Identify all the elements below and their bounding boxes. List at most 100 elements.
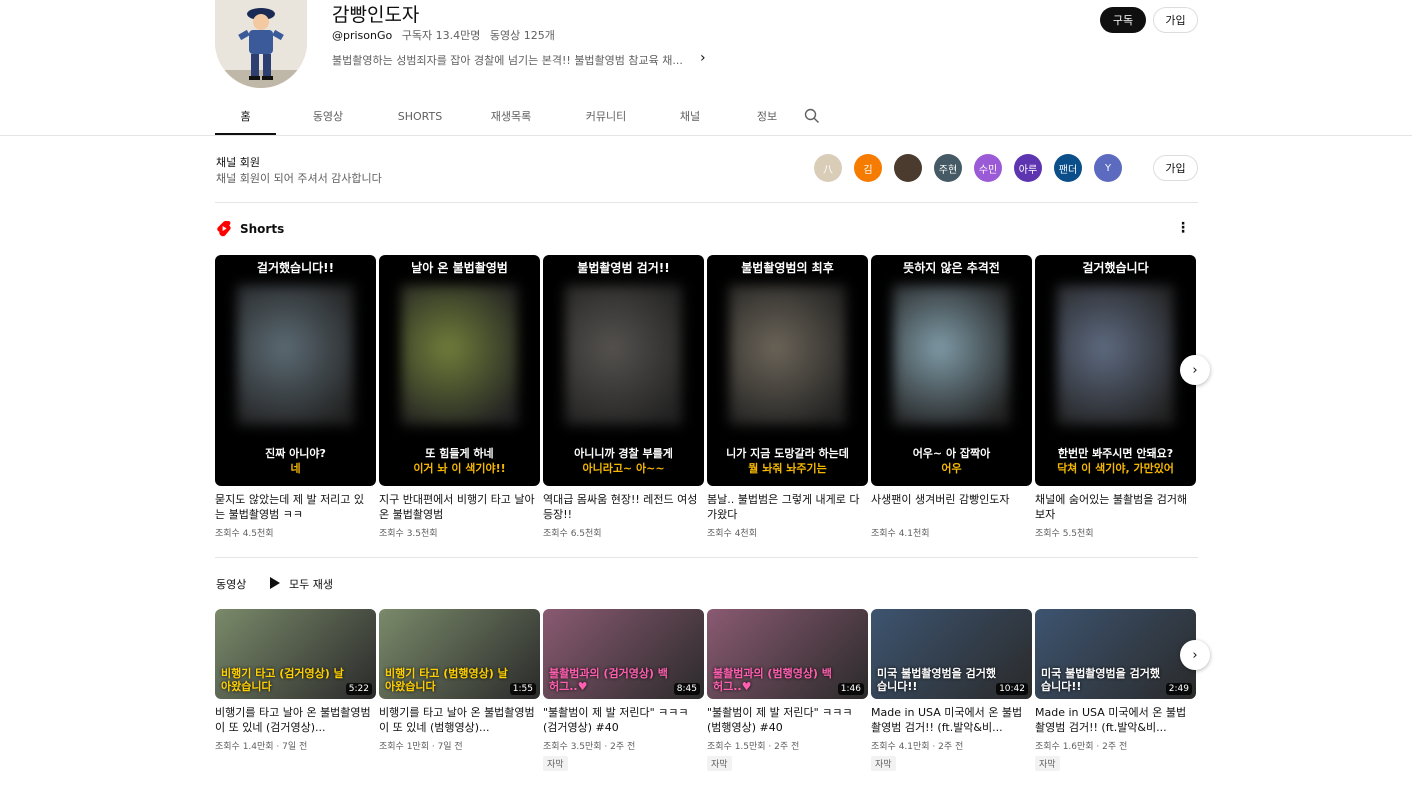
short-caption: 또 힘들게 하네	[425, 447, 494, 460]
video-meta: 조회수 3.5만회 · 2주 전	[543, 742, 636, 752]
short-views: 조회수 3.5천회	[379, 529, 438, 539]
short-title[interactable]: 채널에 숨어있는 불촬범을 검거해보자	[1035, 492, 1196, 522]
short-thumbnail[interactable]: 뜻하지 않은 추격전 어우~ 아 잡짝아 어우	[871, 255, 1032, 486]
member-avatar[interactable]: 수민	[974, 154, 1002, 182]
tab-shorts[interactable]: SHORTS	[376, 100, 464, 135]
blurred-image	[237, 285, 354, 425]
video-title[interactable]: "불촬범이 제 발 저린다" ㅋㅋㅋ (범행영상) #40	[707, 705, 868, 735]
caption-badge: 자막	[543, 756, 568, 771]
video-card[interactable]: 미국 불법촬영범을 검거했습니다!! 2:49 Made in USA 미국에서 온…	[1035, 609, 1196, 771]
blurred-image	[565, 285, 682, 425]
short-top-caption: 걸거했습니다!!	[256, 261, 335, 275]
video-thumbnail[interactable]: 미국 불법촬영범을 검거했습니다!! 10:42	[871, 609, 1032, 699]
member-avatar[interactable]: 팬더	[1054, 154, 1082, 182]
short-views: 조회수 5.5천회	[1035, 529, 1094, 539]
short-caption-highlight: 어우	[941, 462, 962, 475]
video-title[interactable]: Made in USA 미국에서 온 불법촬영범 검거!! (ft.발악&비..…	[1035, 705, 1196, 735]
tab-home[interactable]: 홈	[215, 100, 276, 135]
video-title[interactable]: "불촬범이 제 발 저린다" ㅋㅋㅋ (검거영상) #40	[543, 705, 704, 735]
member-avatar[interactable]	[894, 154, 922, 182]
video-count: 동영상 125개	[489, 29, 555, 42]
videos-row: 비행기 타고 (검거영상) 날아왔습니다 5:22 비행기를 타고 날아 온 불법촬…	[215, 609, 1196, 771]
member-avatar[interactable]: 김	[854, 154, 882, 182]
blurred-image	[1057, 285, 1174, 425]
member-avatar[interactable]: 주현	[934, 154, 962, 182]
short-title[interactable]: 사생팬이 생겨버린 감빵인도자	[871, 492, 1032, 522]
videos-next-button[interactable]: ›	[1180, 640, 1210, 670]
short-card[interactable]: 불법촬영범의 최후 니가 지금 도망갈라 하는데 뭘 놔줘 놔주기는봄날.. 불법범…	[707, 255, 868, 539]
short-title[interactable]: 역대급 몸싸움 현장!! 레전드 여성 등장!!	[543, 492, 704, 522]
short-title[interactable]: 묻지도 않았는데 제 발 저리고 있는 불법촬영범 ㅋㅋ	[215, 492, 376, 522]
short-card[interactable]: 뜻하지 않은 추격전 어우~ 아 잡짝아 어우 사생팬이 생겨버린 감빵인도자 조회수 …	[871, 255, 1032, 539]
video-card[interactable]: 미국 불법촬영범을 검거했습니다!! 10:42 Made in USA 미국에서 …	[871, 609, 1032, 771]
channel-description[interactable]: 불법촬영하는 성범죄자를 잡아 경찰에 넘기는 본격!! 불법촬영범 참교육 채…	[332, 52, 683, 68]
videos-section-title[interactable]: 동영상	[216, 576, 246, 592]
tab-videos[interactable]: 동영상	[286, 100, 370, 135]
play-all-button[interactable]: 모두 재생	[289, 576, 333, 592]
video-card[interactable]: 불촬범과의 (검거영상) 백허그..♥ 8:45 "불촬범이 제 발 저린다" ㅋㅋ…	[543, 609, 704, 771]
members-title: 채널 회원	[216, 156, 260, 169]
short-thumbnail[interactable]: 불법촬영범의 최후 니가 지금 도망갈라 하는데 뭘 놔줘 놔주기는	[707, 255, 868, 486]
video-thumbnail[interactable]: 불촬범과의 (범행영상) 백허그..♥ 1:46	[707, 609, 868, 699]
short-caption: 한번만 봐주시면 안돼요?	[1057, 447, 1174, 460]
short-thumbnail[interactable]: 날아 온 불법촬영범또 힘들게 하네이거 놔 이 색기야!!	[379, 255, 540, 486]
police-officer-icon	[215, 0, 307, 88]
more-options-icon[interactable]: ⋮	[1176, 220, 1190, 236]
member-avatar[interactable]: Y	[1094, 154, 1122, 182]
member-avatar[interactable]: 아루	[1014, 154, 1042, 182]
shorts-section-title: Shorts	[240, 222, 285, 236]
tab-community[interactable]: 커뮤니티	[560, 100, 652, 135]
short-card[interactable]: 날아 온 불법촬영범또 힘들게 하네이거 놔 이 색기야!! 지구 반대편에서 비…	[379, 255, 540, 539]
video-title[interactable]: 비행기를 타고 날아 온 불법촬영범이 또 있네 (범행영상)...	[379, 705, 540, 735]
video-duration: 1:46	[837, 683, 864, 695]
video-thumbnail[interactable]: 불촬범과의 (검거영상) 백허그..♥ 8:45	[543, 609, 704, 699]
video-thumbnail[interactable]: 비행기 타고 (범행영상) 날아왔습니다 1:55	[379, 609, 540, 699]
video-duration: 10:42	[996, 683, 1028, 695]
short-thumbnail[interactable]: 불법촬영범 검거!! 아니니까 경찰 부를게 아니라고~ 아~~	[543, 255, 704, 486]
search-icon[interactable]	[804, 108, 820, 124]
short-top-caption: 불법촬영범의 최후	[741, 261, 834, 275]
short-title[interactable]: 봄날.. 불법범은 그렇게 내게로 다가왔다	[707, 492, 868, 522]
members-join-button[interactable]: 가입	[1153, 155, 1198, 181]
video-card[interactable]: 비행기 타고 (검거영상) 날아왔습니다 5:22 비행기를 타고 날아 온 불법촬…	[215, 609, 376, 771]
join-button[interactable]: 가입	[1153, 7, 1198, 33]
video-title[interactable]: 비행기를 타고 날아 온 불법촬영범이 또 있네 (검거영상)...	[215, 705, 376, 735]
video-card[interactable]: 비행기 타고 (범행영상) 날아왔습니다 1:55 비행기를 타고 날아 온 불법촬…	[379, 609, 540, 771]
short-card[interactable]: 걸거했습니다!! 진짜 아니야? 네묻지도 않았는데 제 발 저리고 있는 불법촬영…	[215, 255, 376, 539]
tab-channels[interactable]: 채널	[658, 100, 722, 135]
video-meta: 조회수 1.6만회 · 2주 전	[1035, 742, 1128, 752]
short-caption-highlight: 아니라고~ 아~~	[582, 462, 665, 475]
shorts-row: 걸거했습니다!! 진짜 아니야? 네묻지도 않았는데 제 발 저리고 있는 불법촬영…	[215, 255, 1196, 539]
caption-badge: 자막	[707, 756, 732, 771]
channel-avatar[interactable]	[215, 0, 307, 88]
video-meta: 조회수 1.5만회 · 2주 전	[707, 742, 800, 752]
short-top-caption: 뜻하지 않은 추격전	[903, 261, 1000, 275]
member-avatar[interactable]: 八	[814, 154, 842, 182]
short-thumbnail[interactable]: 걸거했습니다!! 진짜 아니야? 네	[215, 255, 376, 486]
members-subtitle: 채널 회원이 되어 주셔서 감사합니다	[216, 172, 382, 185]
chevron-right-icon[interactable]: ›	[700, 50, 706, 66]
short-top-caption: 불법촬영범 검거!!	[577, 261, 670, 275]
channel-meta: @prisonGo 구독자 13.4만명 동영상 125개	[332, 27, 561, 43]
thumbnail-caption: 비행기 타고 (범행영상) 날아왔습니다	[385, 667, 508, 693]
tab-about[interactable]: 정보	[732, 100, 802, 135]
short-card[interactable]: 걸거했습니다 한번만 봐주시면 안돼요? 닥쳐 이 색기야, 가만있어 채널에 숨어있…	[1035, 255, 1196, 539]
video-thumbnail[interactable]: 비행기 타고 (검거영상) 날아왔습니다 5:22	[215, 609, 376, 699]
section-divider	[215, 557, 1198, 558]
shorts-logo-icon	[217, 220, 231, 237]
short-top-caption: 걸거했습니다	[1082, 261, 1149, 275]
short-thumbnail[interactable]: 걸거했습니다 한번만 봐주시면 안돼요? 닥쳐 이 색기야, 가만있어	[1035, 255, 1196, 486]
tab-playlists[interactable]: 재생목록	[466, 100, 556, 135]
video-thumbnail[interactable]: 미국 불법촬영범을 검거했습니다!! 2:49	[1035, 609, 1196, 699]
video-card[interactable]: 불촬범과의 (범행영상) 백허그..♥ 1:46 "불촬범이 제 발 저린다" ㅋㅋ…	[707, 609, 868, 771]
subscribe-button[interactable]: 구독	[1100, 7, 1146, 33]
play-icon[interactable]	[270, 577, 280, 589]
chevron-right-icon: ›	[1192, 647, 1198, 663]
short-views: 조회수 4.5천회	[215, 529, 274, 539]
short-caption-highlight: 이거 놔 이 색기야!!	[413, 462, 506, 475]
short-card[interactable]: 불법촬영범 검거!! 아니니까 경찰 부를게 아니라고~ 아~~ 역대급 몸싸움 현장…	[543, 255, 704, 539]
short-top-caption: 날아 온 불법촬영범	[411, 261, 508, 275]
short-title[interactable]: 지구 반대편에서 비행기 타고 날아온 불법촬영범	[379, 492, 540, 522]
shorts-next-button[interactable]: ›	[1180, 355, 1210, 385]
video-title[interactable]: Made in USA 미국에서 온 불법촬영범 검거!! (ft.발악&비..…	[871, 705, 1032, 735]
